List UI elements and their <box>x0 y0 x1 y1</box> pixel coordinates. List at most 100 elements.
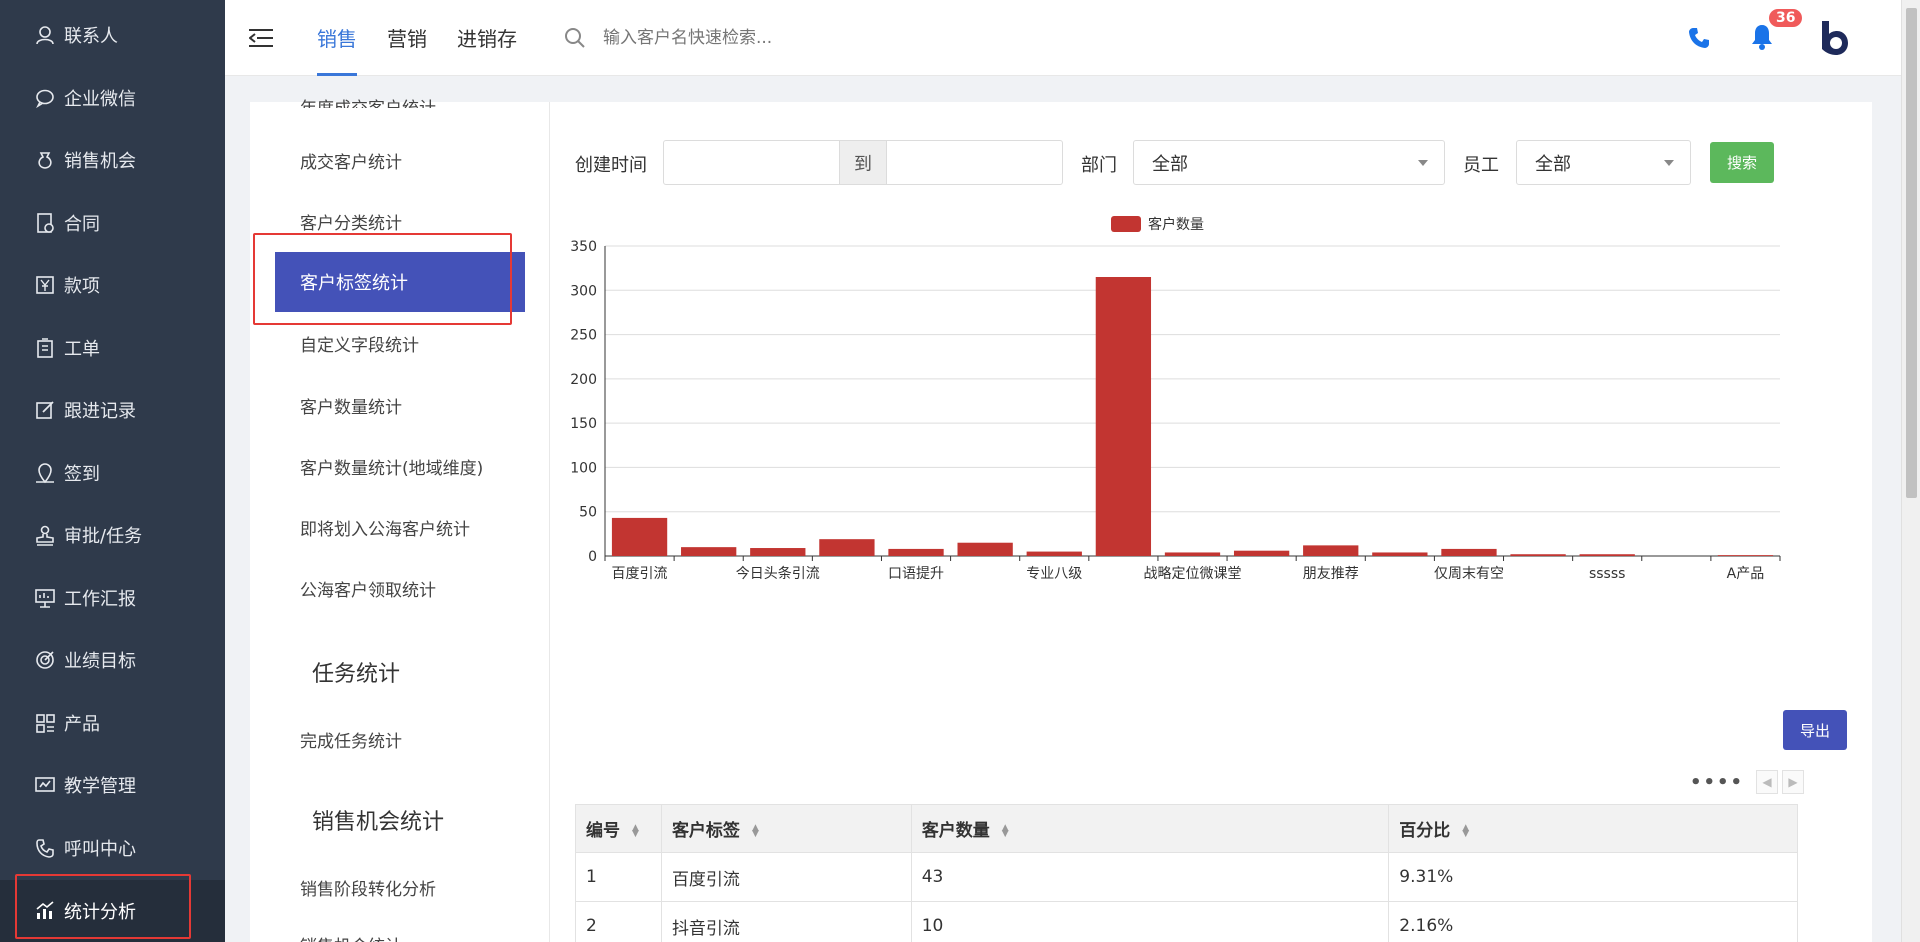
chevron-down-icon <box>1664 160 1674 166</box>
y-tick-label: 300 <box>570 283 597 299</box>
sidebar-item-label: 企业微信 <box>64 88 136 110</box>
table-header-cell[interactable]: 客户标签 ▲ ▼ <box>660 804 912 853</box>
x-tick-label: 仅周末有空 <box>1434 566 1504 582</box>
sidebar-item-0[interactable]: 联系人 <box>0 4 225 67</box>
export-button[interactable]: 导出 <box>1783 710 1847 750</box>
y-tick-label: 100 <box>570 460 597 476</box>
date-range-separator: 到 <box>839 141 887 184</box>
start-date-input[interactable] <box>664 141 839 184</box>
report-board-icon <box>34 587 56 609</box>
contacts-icon <box>34 24 56 46</box>
target-icon <box>34 649 56 671</box>
subnav-item-clipped[interactable]: 年度成交客户统计 <box>300 94 436 108</box>
next-page-button[interactable]: ▶ <box>1782 770 1805 794</box>
sidebar-item-11[interactable]: 产品 <box>0 692 225 755</box>
sidebar-item-7[interactable]: 签到 <box>0 442 225 505</box>
sidebar-item-label: 款项 <box>64 276 100 298</box>
department-label: 部门 <box>1081 155 1117 176</box>
stamp-icon <box>34 524 56 547</box>
staff-label: 员工 <box>1463 155 1499 176</box>
sort-icon[interactable]: ▲ ▼ <box>1462 824 1469 839</box>
bar <box>1372 552 1428 556</box>
notifications-button[interactable]: 36 <box>1749 9 1803 53</box>
x-tick-label: 百度引流 <box>612 566 668 582</box>
more-columns-icon[interactable]: •••• <box>1690 772 1744 793</box>
subnav-item-customer-category[interactable]: 客户分类统计 <box>300 209 402 234</box>
sort-icon[interactable]: ▲ ▼ <box>752 824 759 839</box>
call-center-icon <box>34 837 56 859</box>
bar <box>1026 551 1082 556</box>
subnav-item-public-pool-claim[interactable]: 公海客户领取统计 <box>300 576 436 601</box>
bar <box>1164 552 1221 556</box>
tab-inventory[interactable]: 进销存 <box>457 0 517 76</box>
sidebar-item-8[interactable]: 审批/任务 <box>0 504 225 567</box>
page-scrollbar[interactable] <box>1901 0 1920 942</box>
highlight-box-statistics <box>15 874 191 939</box>
table-row: 1 百度引流 43 9.31% <box>575 852 1798 902</box>
subnav-item-sales-opportunity[interactable]: 销售机会统计 <box>300 932 402 942</box>
content-panel: 年度成交客户统计 成交客户统计 客户分类统计 客户标签统计 自定义字段统计 客户… <box>250 99 1872 942</box>
grid-icon <box>34 712 56 734</box>
prev-page-button[interactable]: ◀ <box>1756 770 1779 794</box>
subnav-item-deal-customers[interactable]: 成交客户统计 <box>300 148 402 173</box>
bar <box>1510 554 1566 556</box>
sidebar-item-13[interactable]: 呼叫中心 <box>0 817 225 880</box>
subnav-item-customer-count[interactable]: 客户数量统计 <box>300 393 402 418</box>
sort-icon[interactable]: ▲ ▼ <box>632 824 639 839</box>
phone-icon[interactable] <box>1687 26 1711 50</box>
sidebar-item-3[interactable]: 合同 <box>0 192 225 255</box>
location-pin-icon <box>34 462 56 484</box>
sort-icon[interactable]: ▲ ▼ <box>1002 824 1009 839</box>
x-tick-label: 今日头条引流 <box>736 565 820 582</box>
bar <box>750 548 806 556</box>
department-select[interactable]: 全部 <box>1133 140 1445 185</box>
brand-logo <box>1822 21 1848 55</box>
clipboard-icon <box>34 337 56 359</box>
sidebar-item-label: 合同 <box>64 213 100 235</box>
table-header-cell[interactable]: 百分比 ▲ ▼ <box>1388 804 1798 853</box>
table-header-cell[interactable]: 客户数量 ▲ ▼ <box>910 804 1390 853</box>
table-cell: 抖音引流 <box>660 901 912 942</box>
chevron-down-icon <box>1418 160 1428 166</box>
subnav-item-public-pool-soon[interactable]: 即将划入公海客户统计 <box>300 515 470 540</box>
subnav-item-task-completion[interactable]: 完成任务统计 <box>300 727 402 752</box>
tab-sales[interactable]: 销售 <box>317 0 357 76</box>
wechat-icon <box>34 87 56 109</box>
sidebar-item-label: 审批/任务 <box>64 526 143 548</box>
subnav-item-custom-field[interactable]: 自定义字段统计 <box>300 331 419 356</box>
x-tick-label: 战略定位微课堂 <box>1144 566 1242 582</box>
end-date-input[interactable] <box>887 141 1062 184</box>
staff-select[interactable]: 全部 <box>1516 140 1691 185</box>
y-tick-label: 250 <box>570 328 597 344</box>
bar <box>1233 550 1290 556</box>
table-cell: 百度引流 <box>660 852 912 902</box>
menu-toggle-icon[interactable] <box>249 27 275 49</box>
sidebar-item-4[interactable]: 款项 <box>0 254 225 317</box>
sidebar-item-12[interactable]: 教学管理 <box>0 754 225 817</box>
staff-value: 全部 <box>1535 153 1571 175</box>
table-header-cell[interactable]: 编号 ▲ ▼ <box>575 804 662 853</box>
contract-icon <box>34 212 56 234</box>
date-range-picker: 到 <box>663 140 1063 185</box>
subnav-item-stage-conversion[interactable]: 销售阶段转化分析 <box>300 875 436 900</box>
search-button[interactable]: 搜索 <box>1710 142 1774 183</box>
column-label: 客户数量 <box>921 821 990 841</box>
subnav-item-customer-region[interactable]: 客户数量统计(地域维度) <box>300 454 483 479</box>
bar <box>819 539 875 556</box>
bar <box>1303 545 1359 556</box>
tab-marketing[interactable]: 营销 <box>387 0 427 76</box>
y-tick-label: 350 <box>570 239 597 255</box>
sidebar-item-6[interactable]: 跟进记录 <box>0 379 225 442</box>
table-cell: 43 <box>910 852 1390 902</box>
search-input[interactable] <box>603 27 923 48</box>
y-tick-label: 150 <box>570 416 597 432</box>
scrollbar-thumb[interactable] <box>1906 8 1917 498</box>
bar <box>888 548 944 556</box>
sidebar-item-1[interactable]: 企业微信 <box>0 67 225 130</box>
sidebar-item-9[interactable]: 工作汇报 <box>0 567 225 630</box>
x-tick-label: 朋友推荐 <box>1303 566 1359 582</box>
sidebar-item-10[interactable]: 业绩目标 <box>0 629 225 692</box>
sidebar-item-2[interactable]: 销售机会 <box>0 129 225 192</box>
sidebar-item-5[interactable]: 工单 <box>0 317 225 380</box>
sidebar-item-label: 业绩目标 <box>64 651 136 673</box>
